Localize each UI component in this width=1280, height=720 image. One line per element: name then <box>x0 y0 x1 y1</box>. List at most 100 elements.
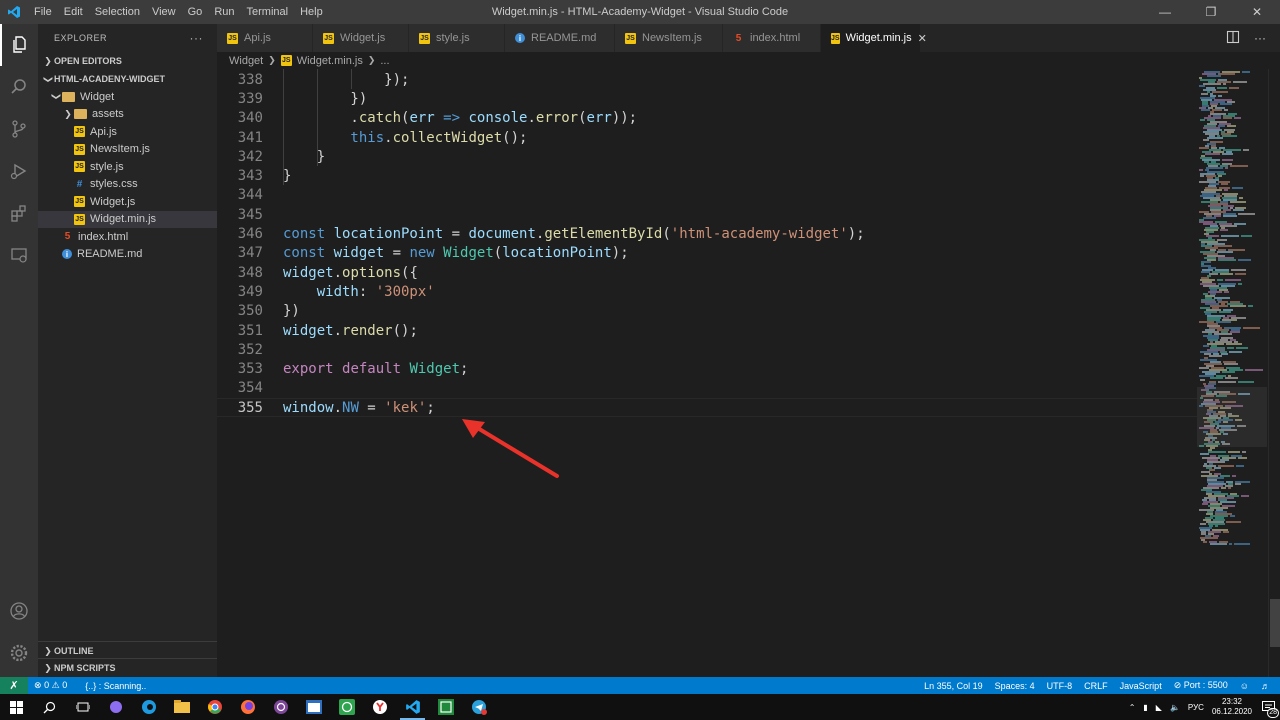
breadcrumb-folder[interactable]: Widget <box>229 55 263 67</box>
language-mode[interactable]: JavaScript <box>1114 681 1168 691</box>
minimap-code-line <box>1232 187 1243 189</box>
file-explorer-icon[interactable] <box>165 694 198 720</box>
encoding[interactable]: UTF-8 <box>1041 681 1079 691</box>
editor-tab[interactable]: 5 index.html <box>723 24 821 52</box>
minimap-code-line <box>1208 451 1226 453</box>
task-view-icon[interactable] <box>66 694 99 720</box>
windows-start-icon[interactable] <box>0 694 33 720</box>
more-actions-button[interactable]: ··· <box>190 31 204 45</box>
cursor-position[interactable]: Ln 355, Col 19 <box>918 681 989 691</box>
scrollbar-thumb[interactable] <box>1270 599 1280 647</box>
search-icon[interactable] <box>0 66 38 108</box>
code-token: }) <box>283 303 300 320</box>
remote-explorer-icon[interactable] <box>0 234 38 276</box>
telegram-icon[interactable] <box>462 694 495 720</box>
source-control-icon[interactable] <box>0 108 38 150</box>
tor-browser-icon[interactable] <box>264 694 297 720</box>
minimap-code-line <box>1220 501 1236 503</box>
vertical-scrollbar[interactable] <box>1268 69 1280 677</box>
menu-run[interactable]: Run <box>208 0 240 24</box>
code-token: . <box>333 322 343 339</box>
menu-help[interactable]: Help <box>294 0 329 24</box>
project-section[interactable]: ❯ HTML-ACADENY-WIDGET <box>38 70 217 88</box>
problems-indicator[interactable]: ⊗ 0 ⚠ 0 <box>28 680 73 691</box>
network-icon[interactable]: ◣ <box>1152 703 1166 712</box>
clock-date: 06.12.2020 <box>1211 707 1252 716</box>
game-app-icon[interactable] <box>429 694 462 720</box>
editor-tab[interactable]: JS style.js <box>409 24 505 52</box>
feedback-icon[interactable]: ☺ <box>1234 681 1255 691</box>
tree-file[interactable]: JS Widget.min.js <box>38 210 217 228</box>
code-editor[interactable]: 338 }); 339 }) 340 .catch(err => console.e… <box>217 69 1197 677</box>
menu-selection[interactable]: Selection <box>89 0 146 24</box>
minimap[interactable] <box>1197 69 1267 677</box>
restore-button[interactable]: ❐ <box>1188 0 1234 24</box>
menu-terminal[interactable]: Terminal <box>241 0 295 24</box>
breadcrumb-more[interactable]: ... <box>380 55 389 67</box>
tree-folder[interactable]: ❯ Widget <box>38 88 217 106</box>
firefox-icon[interactable] <box>231 694 264 720</box>
minimap-viewport[interactable] <box>1197 387 1267 447</box>
yandex-browser-icon[interactable] <box>363 694 396 720</box>
menu-file[interactable]: File <box>28 0 58 24</box>
notifications-bell-icon[interactable]: ♬ <box>1255 681 1276 691</box>
scanning-status[interactable]: {..} : Scanning.. <box>79 681 152 691</box>
npm-scripts-section[interactable]: ❯ NPM SCRIPTS <box>38 658 217 677</box>
close-tab-icon[interactable]: ✕ <box>918 32 927 45</box>
edge-browser-icon[interactable] <box>132 694 165 720</box>
indentation[interactable]: Spaces: 4 <box>989 681 1041 691</box>
tree-file[interactable]: i README.md <box>38 246 217 264</box>
notification-count: 28 <box>1267 708 1279 718</box>
input-language[interactable]: РУС <box>1184 703 1208 712</box>
breadcrumb-file[interactable]: Widget.min.js <box>297 55 363 67</box>
close-window-button[interactable]: ✕ <box>1234 0 1280 24</box>
show-hidden-icons-icon[interactable]: ⌃ <box>1125 703 1140 712</box>
line-ending[interactable]: CRLF <box>1078 681 1114 691</box>
editor-tab[interactable]: JS Api.js <box>217 24 313 52</box>
menu-edit[interactable]: Edit <box>58 0 89 24</box>
account-icon[interactable] <box>0 590 38 632</box>
editor-tabs: JS Api.js JS Widget.js JS style.js i README.md J… <box>217 24 1280 52</box>
tree-item-label: assets <box>92 108 124 121</box>
code-text: }) <box>283 303 300 319</box>
tree-file[interactable]: JS style.js <box>38 158 217 176</box>
remote-indicator-icon[interactable]: ✗ <box>0 677 28 694</box>
tree-file[interactable]: JS Widget.js <box>38 193 217 211</box>
live-server-port[interactable]: ⊘ Port : 5500 <box>1168 680 1234 691</box>
vscode-taskbar-icon[interactable] <box>396 694 429 720</box>
more-actions-icon[interactable]: ··· <box>1254 31 1266 45</box>
menu-view[interactable]: View <box>146 0 182 24</box>
extensions-icon[interactable] <box>0 192 38 234</box>
cortana-icon[interactable] <box>99 694 132 720</box>
explorer-icon[interactable] <box>0 24 38 66</box>
chrome-icon[interactable] <box>198 694 231 720</box>
editor-tab[interactable]: JS Widget.min.js ✕ <box>821 24 927 52</box>
battery-icon[interactable]: ▮ <box>1139 703 1151 712</box>
taskbar-search-icon[interactable] <box>33 694 66 720</box>
tree-folder[interactable]: ❯ assets <box>38 106 217 124</box>
minimize-button[interactable]: — <box>1142 0 1188 24</box>
editor-tab[interactable]: JS Widget.js <box>313 24 409 52</box>
volume-icon[interactable]: 🔈 <box>1166 703 1184 712</box>
chevron-right-icon: ❯ <box>64 108 72 119</box>
app-window-icon[interactable] <box>297 694 330 720</box>
tree-file[interactable]: # styles.css <box>38 176 217 194</box>
clock[interactable]: 23:32 06.12.2020 <box>1208 697 1256 717</box>
time-tracker-icon[interactable] <box>330 694 363 720</box>
split-editor-icon[interactable] <box>1226 30 1240 47</box>
open-editors-section[interactable]: ❯ OPEN EDITORS <box>38 52 217 70</box>
code-line: 341 this.collectWidget(); <box>217 128 1197 147</box>
tree-file[interactable]: 5 index.html <box>38 228 217 246</box>
editor-tab[interactable]: i README.md <box>505 24 615 52</box>
run-debug-icon[interactable] <box>0 150 38 192</box>
editor-tab[interactable]: JS NewsItem.js <box>615 24 723 52</box>
tree-file[interactable]: JS Api.js <box>38 123 217 141</box>
minimap-code-line <box>1235 273 1246 275</box>
menu-go[interactable]: Go <box>182 0 209 24</box>
tree-item-label: Widget <box>80 90 115 103</box>
action-center-button[interactable]: 28 <box>1256 694 1280 720</box>
settings-gear-icon[interactable] <box>0 632 38 674</box>
minimap-code-line <box>1226 343 1242 345</box>
npm-scripts-label: NPM SCRIPTS <box>54 663 116 673</box>
tree-file[interactable]: JS NewsItem.js <box>38 141 217 159</box>
